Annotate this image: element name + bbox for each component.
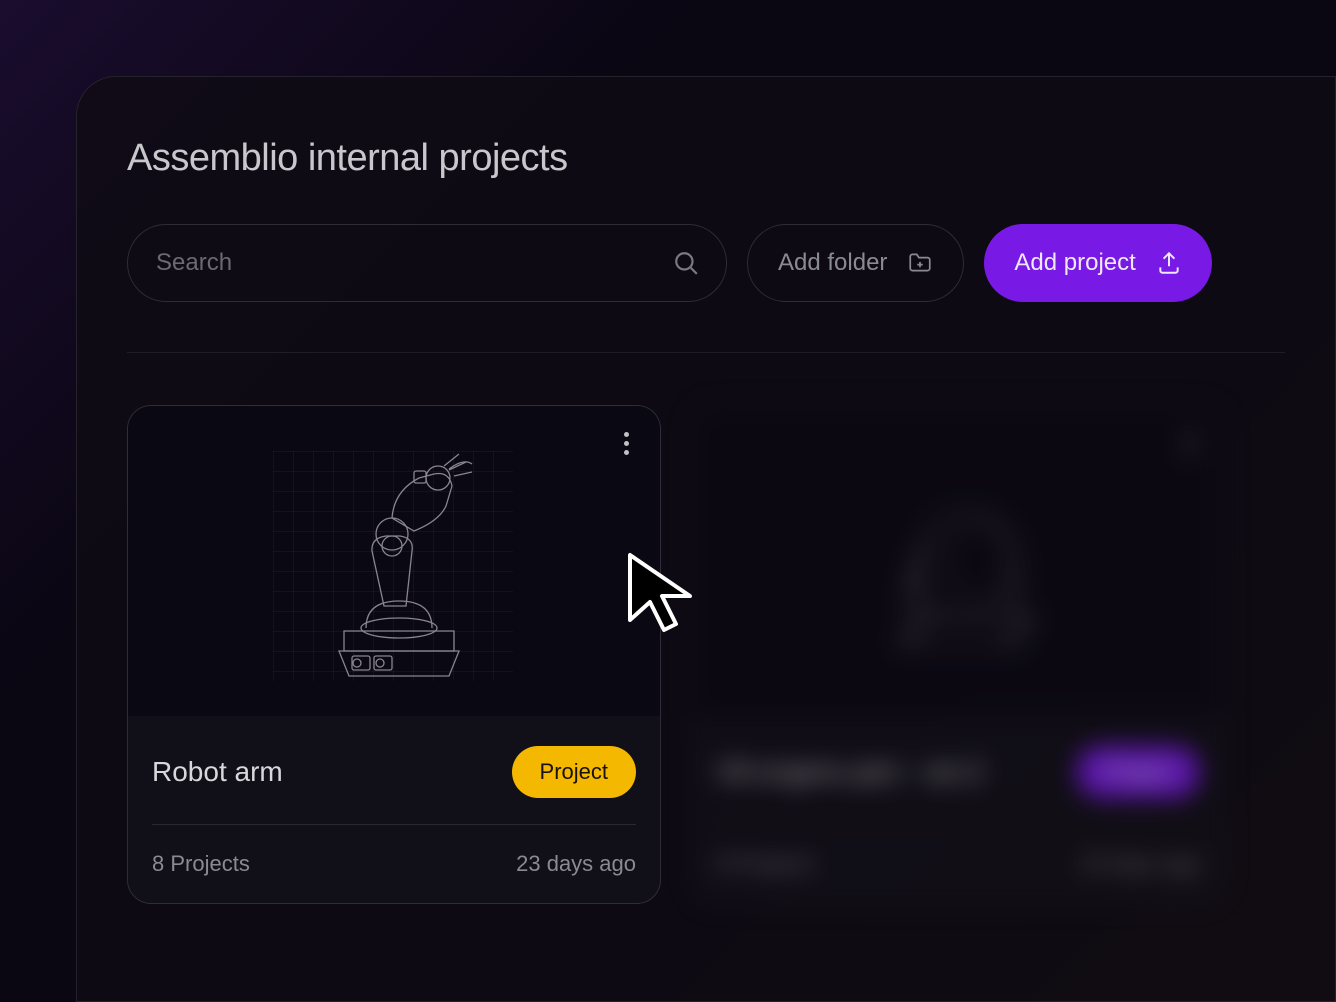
add-project-button[interactable]: Add project <box>984 224 1211 302</box>
card-title: V8 engine part - ver.2 <box>716 756 984 788</box>
project-grid: Robot arm Project 8 Projects 23 days ago <box>127 405 1285 904</box>
card-preview <box>128 406 660 716</box>
add-folder-label: Add folder <box>778 249 887 277</box>
search-icon <box>673 250 699 276</box>
project-badge: Project <box>512 746 636 798</box>
card-head: Robot arm Project <box>152 746 636 825</box>
main-panel: Assemblio internal projects Add folder A… <box>76 76 1336 1002</box>
card-title: Robot arm <box>152 756 283 788</box>
project-card[interactable]: Robot arm Project 8 Projects 23 days ago <box>127 405 661 904</box>
card-body: V8 engine part - ver.2 Project 8 Project… <box>692 716 1224 903</box>
card-menu-button[interactable] <box>1178 428 1202 458</box>
projects-count: 8 Projects <box>152 851 250 877</box>
project-card[interactable]: V8 engine part - ver.2 Project 8 Project… <box>691 405 1225 904</box>
divider <box>127 352 1285 353</box>
card-body: Robot arm Project 8 Projects 23 days ago <box>128 716 660 903</box>
folder-plus-icon <box>907 250 933 276</box>
card-menu-button[interactable] <box>614 428 638 458</box>
project-badge: Project <box>1076 746 1200 798</box>
add-folder-button[interactable]: Add folder <box>747 224 964 302</box>
card-foot: 8 Projects 23 days ago <box>716 825 1200 877</box>
time-ago: 23 days ago <box>516 851 636 877</box>
projects-count: 8 Projects <box>716 851 814 877</box>
upload-icon <box>1156 250 1182 276</box>
robot-arm-drawing <box>294 436 494 686</box>
card-preview <box>692 406 1224 716</box>
card-foot: 8 Projects 23 days ago <box>152 825 636 877</box>
page-title: Assemblio internal projects <box>127 137 1285 180</box>
add-project-label: Add project <box>1014 249 1135 277</box>
card-head: V8 engine part - ver.2 Project <box>716 746 1200 825</box>
toolbar: Add folder Add project <box>127 224 1285 302</box>
engine-part-drawing <box>858 436 1058 686</box>
search-wrap <box>127 224 727 302</box>
search-input[interactable] <box>127 224 727 302</box>
time-ago: 23 days ago <box>1080 851 1200 877</box>
